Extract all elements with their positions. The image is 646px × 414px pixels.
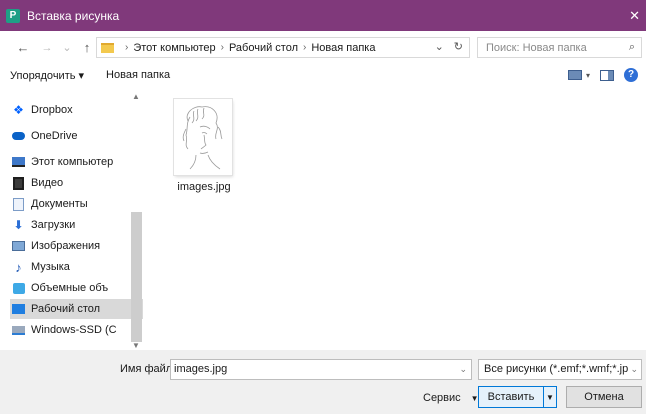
music-icon: ♪: [15, 259, 22, 275]
navigation-pane: ❖ Dropbox OneDrive Этот компьютер Видео …: [0, 88, 146, 350]
command-bar: Упорядочить ▾ Новая папка ▾ ?: [0, 64, 646, 86]
sidebar-item-3d-objects[interactable]: Объемные объ: [12, 278, 140, 298]
images-icon: [12, 240, 25, 252]
insert-button[interactable]: Вставить ▼: [478, 386, 557, 408]
view-mode-dropdown-icon[interactable]: ▾: [586, 71, 590, 80]
sidebar-item-label: Dropbox: [31, 104, 73, 116]
breadcrumb-this-pc[interactable]: Этот компьютер: [133, 42, 215, 54]
sidebar-item-dropbox[interactable]: ❖ Dropbox: [12, 100, 140, 120]
navigation-bar: ← → ⌄ ↑ › Этот компьютер › Рабочий стол …: [0, 31, 646, 64]
breadcrumb-new-folder[interactable]: Новая папка: [311, 42, 375, 54]
preview-pane-icon[interactable]: [600, 69, 614, 81]
sidebar-item-label: Музыка: [31, 261, 70, 273]
filename-input[interactable]: images.jpg ⌄: [170, 359, 472, 380]
sidebar-item-label: Объемные объ: [31, 282, 109, 294]
new-folder-button[interactable]: Новая папка: [106, 69, 170, 81]
forward-arrow-icon[interactable]: →: [38, 42, 56, 54]
breadcrumb-separator: ›: [303, 42, 307, 53]
drive-icon: [12, 324, 25, 336]
sidebar-item-documents[interactable]: Документы: [12, 194, 140, 214]
app-icon: P: [6, 8, 20, 23]
onedrive-icon: [12, 130, 25, 142]
scroll-down-icon[interactable]: ▼: [132, 341, 140, 350]
tools-menu-button[interactable]: Сервис ▼: [423, 392, 479, 404]
window-title: Вставка рисунка: [27, 8, 120, 23]
insert-button-label: Вставить: [487, 391, 535, 403]
file-type-value: Все рисунки (*.emf;*.wmf;*.jpg;: [484, 363, 638, 375]
folder-icon: [101, 42, 114, 53]
sidebar-item-label: Документы: [31, 198, 88, 210]
sidebar-item-this-pc[interactable]: Этот компьютер: [12, 152, 140, 172]
title-bar: P Вставка рисунка ✕: [0, 0, 646, 31]
sidebar-item-downloads[interactable]: ⬇ Загрузки: [12, 215, 140, 235]
breadcrumb-separator: ›: [125, 42, 129, 53]
sidebar-item-label: Windows-SSD (C: [31, 324, 117, 336]
image-thumbnail: [174, 99, 232, 175]
refresh-icon[interactable]: ↻: [454, 40, 463, 53]
back-arrow-icon[interactable]: ←: [14, 40, 32, 55]
address-dropdown-icon[interactable]: ⌄: [435, 40, 444, 53]
sidebar-item-label: Изображения: [31, 240, 101, 252]
desktop-icon: [12, 303, 25, 315]
file-type-select[interactable]: Все рисунки (*.emf;*.wmf;*.jpg; ⌄: [478, 359, 642, 380]
tools-menu-label: Сервис: [423, 392, 461, 404]
computer-icon: [12, 156, 25, 168]
sidebar-item-desktop[interactable]: Рабочий стол: [10, 299, 143, 319]
recent-locations-icon[interactable]: ⌄: [58, 41, 76, 54]
insert-options-icon[interactable]: ▼: [543, 387, 556, 407]
search-input[interactable]: Поиск: Новая папка ⌕: [477, 37, 642, 58]
3d-objects-icon: [12, 282, 25, 294]
sidebar-item-label: Загрузки: [31, 219, 76, 231]
help-icon[interactable]: ?: [624, 68, 638, 82]
view-mode-icon[interactable]: [567, 70, 582, 80]
dropbox-icon: ❖: [13, 103, 24, 117]
search-placeholder: Поиск: Новая папка: [486, 41, 587, 54]
downloads-icon: ⬇: [13, 218, 24, 232]
breadcrumb-desktop[interactable]: Рабочий стол: [229, 42, 298, 54]
video-icon: [12, 176, 25, 190]
sidebar-item-label: Видео: [31, 177, 64, 189]
sidebar-item-images[interactable]: Изображения: [12, 236, 140, 256]
scroll-up-icon[interactable]: ▲: [132, 92, 140, 101]
scrollbar-thumb[interactable]: [131, 212, 142, 342]
sidebar-item-music[interactable]: ♪ Музыка: [12, 257, 140, 277]
cancel-button[interactable]: Отмена: [566, 386, 642, 408]
sidebar-scrollbar[interactable]: ▲ ▼: [130, 92, 143, 350]
sidebar-item-label: Этот компьютер: [31, 156, 114, 168]
close-icon[interactable]: ✕: [629, 8, 640, 24]
sidebar-item-label: OneDrive: [31, 130, 78, 142]
documents-icon: [12, 197, 25, 211]
search-icon[interactable]: ⌕: [629, 41, 635, 54]
file-name-label: images.jpg: [177, 181, 231, 193]
sketch-portrait-icon: [182, 106, 223, 170]
sidebar-item-onedrive[interactable]: OneDrive: [12, 126, 140, 146]
file-type-dropdown-icon[interactable]: ⌄: [628, 360, 638, 379]
up-arrow-icon[interactable]: ↑: [78, 40, 96, 55]
sidebar-item-label: Рабочий стол: [31, 303, 101, 315]
breadcrumb-separator: ›: [220, 42, 224, 53]
organize-menu-button[interactable]: Упорядочить ▾: [10, 69, 84, 82]
address-bar[interactable]: › Этот компьютер › Рабочий стол › Новая …: [96, 37, 470, 58]
dialog-footer: Имя файла: images.jpg ⌄ Все рисунки (*.e…: [0, 350, 646, 414]
file-item[interactable]: images.jpg: [172, 97, 236, 197]
filename-value: images.jpg: [174, 363, 228, 375]
filename-dropdown-icon[interactable]: ⌄: [459, 360, 467, 379]
sidebar-item-video[interactable]: Видео: [12, 173, 140, 193]
sidebar-item-windows-ssd[interactable]: Windows-SSD (C: [12, 320, 140, 340]
